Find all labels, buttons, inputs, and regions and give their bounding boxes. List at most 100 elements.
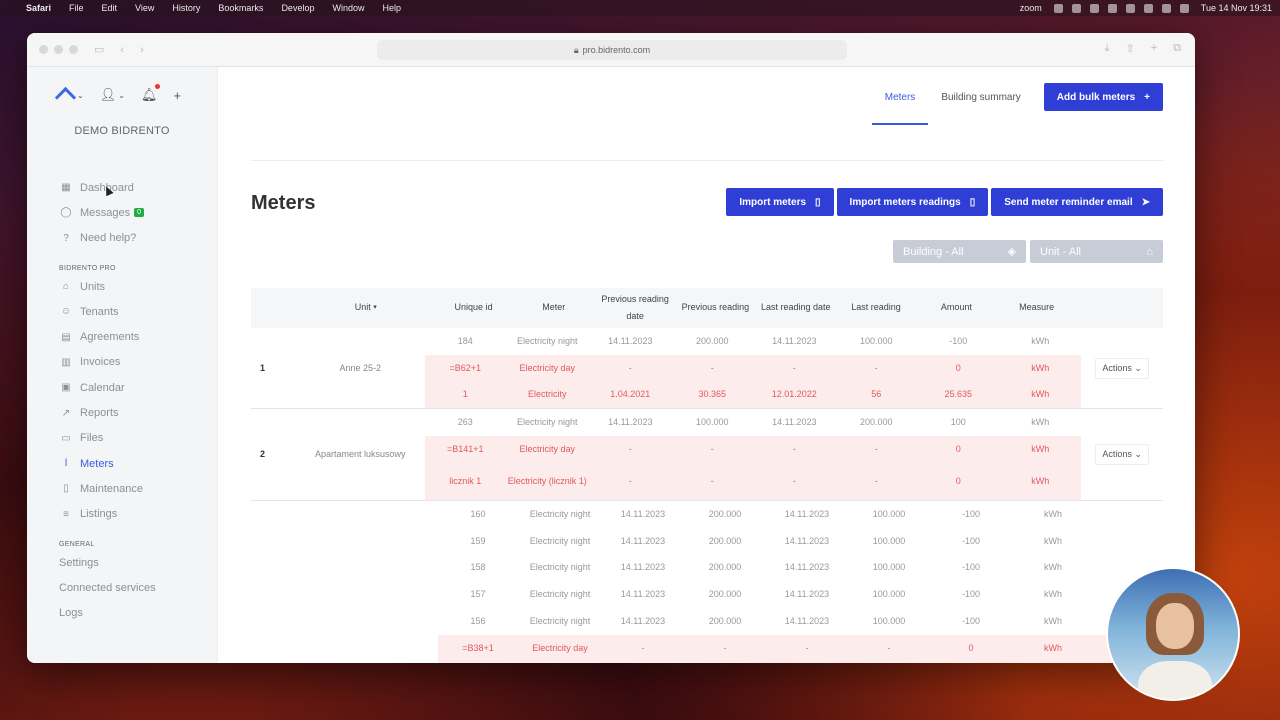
new-tab-icon[interactable]: + [1151, 42, 1157, 55]
cell-previous-reading: 200.000 [696, 335, 729, 346]
cell-previous-reading: - [684, 662, 766, 663]
sidebar-item-agreements[interactable]: ▤ Agreements [27, 324, 217, 349]
notifications-button[interactable]: 🔔︎ [141, 84, 161, 103]
cell-amount: 0 [968, 642, 974, 653]
sidebar-item-connected-services[interactable]: Connected services [27, 575, 217, 600]
sidebar-item-invoices[interactable]: ▥ Invoices [27, 350, 217, 375]
download-icon[interactable]: ⤓ [1105, 42, 1110, 55]
cell-meter: Electricity night [529, 589, 591, 600]
cell-previous-reading: 200.000 [708, 616, 742, 627]
table-body-ungrouped: 160 Electricity night 14.11.2023 200.000 14.… [438, 501, 1163, 663]
menu-develop[interactable]: Develop [281, 3, 314, 13]
menu-history[interactable]: History [172, 3, 200, 13]
sidebar-item-reports[interactable]: ↗ Reports [27, 400, 217, 425]
unit-filter[interactable]: Unit - All ⌂ [1030, 240, 1163, 263]
user-menu[interactable]: 👤︎ ⌄ [100, 87, 125, 103]
building-filter[interactable]: Building - All ◈ [893, 240, 1026, 263]
sidebar-item-listings[interactable]: ≡ Listings [27, 502, 217, 527]
cell-previous-reading-date: - [628, 362, 632, 373]
cell-measure: kWh [1031, 444, 1050, 455]
sidebar-item-messages[interactable]: ◯ Messages 0 [27, 200, 217, 225]
tab-building-summary[interactable]: Building summary [928, 84, 1033, 110]
actions-dropdown[interactable]: Actions ⌄ [1095, 357, 1149, 379]
cell-amount: -100 [961, 589, 980, 600]
section-title-pro: BIDRENTO PRO [59, 264, 116, 272]
cell-meter: Electricity night [529, 535, 591, 546]
forward-icon[interactable]: › [140, 44, 144, 56]
tab-overview-icon[interactable]: ⧉ [1173, 42, 1181, 55]
menu-help[interactable]: Help [382, 3, 401, 13]
header-previous-reading-date: Previous reading date [601, 293, 669, 321]
send-meter-reminder-button[interactable]: Send meter reminder email ➤ [991, 188, 1163, 216]
menu-safari[interactable]: Safari [26, 3, 51, 13]
sidebar-item-label: Meters [80, 457, 114, 470]
sidebar-item-help[interactable]: ? Need help? [27, 226, 217, 251]
tray-icon[interactable] [1107, 3, 1117, 13]
cell-last-reading-date: 14.11.2023 [784, 508, 830, 519]
page-title: Meters [251, 192, 316, 214]
tray-icon[interactable] [1089, 3, 1099, 13]
cell-unique-id: =B62+1 [449, 362, 482, 373]
menu-view[interactable]: View [135, 3, 154, 13]
cell-amount: -100 [961, 535, 980, 546]
actions-dropdown[interactable]: Actions ⌄ [1095, 444, 1149, 466]
back-icon[interactable]: ‹ [120, 44, 124, 56]
divider [251, 160, 1163, 161]
document-icon: ▤ [61, 331, 71, 343]
cell-unit[interactable]: Apartament luksusowy [295, 409, 425, 500]
table-row: 1 Electricity 1.04.2021 30.365 12.01.2022 56 2… [425, 381, 1082, 409]
sidebar-item-settings[interactable]: Settings [27, 550, 217, 575]
add-bulk-meters-button[interactable]: Add bulk meters + [1043, 83, 1163, 111]
cell-measure: kWh [1031, 475, 1050, 486]
sidebar-item-maintenance[interactable]: ▯ Maintenance [27, 476, 217, 501]
sidebar-item-tenants[interactable]: ☺ Tenants [27, 299, 217, 324]
sidebar-item-meters[interactable]: ǀ Meters [27, 451, 217, 476]
cell-previous-reading-date: - [641, 642, 645, 653]
tray-icon[interactable] [1143, 3, 1153, 13]
address-bar[interactable]: 🔒︎ pro.bidrento.com [377, 40, 847, 60]
button-label: Import meters readings [849, 196, 961, 208]
import-meters-readings-button[interactable]: Import meters readings ▯ [836, 188, 989, 216]
header-unit[interactable]: Unit ▾ [297, 299, 434, 316]
sidebar-item-calendar[interactable]: ▣ Calendar [27, 375, 217, 400]
cell-meter: Electricity day [519, 362, 576, 373]
sidebar-item-logs[interactable]: Logs [27, 600, 217, 625]
zoom-status[interactable]: zoom [1020, 3, 1042, 13]
chevron-down-icon: ⌄ [118, 90, 125, 100]
menu-bookmarks[interactable]: Bookmarks [218, 3, 263, 13]
tray-icon[interactable] [1071, 3, 1081, 13]
zoom-window-button[interactable] [69, 45, 78, 54]
sidebar-item-label: Maintenance [80, 482, 143, 495]
button-label: Add bulk meters [1056, 91, 1136, 103]
sidebar-item-label: Agreements [80, 331, 140, 344]
sidebar-toggle-icon[interactable]: ▭ [94, 43, 104, 56]
import-meters-button[interactable]: Import meters ▯ [726, 188, 834, 216]
menu-edit[interactable]: Edit [102, 3, 118, 13]
table-row: 160 Electricity night 14.11.2023 200.000 14.… [438, 501, 1163, 528]
cell-previous-reading: 100.000 [696, 417, 729, 428]
tray-icon[interactable] [1125, 3, 1135, 13]
cell-unit[interactable]: Anne 25-2 [295, 328, 425, 408]
minimize-window-button[interactable] [54, 45, 63, 54]
grid-icon: ▦ [61, 182, 71, 194]
menu-file[interactable]: File [69, 3, 84, 13]
status-tray [1053, 3, 1189, 13]
tray-icon[interactable] [1179, 3, 1189, 13]
tab-meters[interactable]: Meters [871, 84, 929, 125]
close-window-button[interactable] [39, 45, 48, 54]
cell-last-reading: 100.000 [860, 335, 893, 346]
sidebar-item-dashboard[interactable]: ▦ Dashboard [27, 175, 217, 200]
actions-label: Actions [1102, 449, 1132, 460]
sidebar-item-files[interactable]: ▭ Files [27, 426, 217, 451]
menu-window[interactable]: Window [332, 3, 364, 13]
cell-previous-reading-date: - [602, 662, 684, 663]
sidebar-item-units[interactable]: ⌂ Units [27, 274, 217, 299]
clock[interactable]: Tue 14 Nov 19:31 [1201, 3, 1272, 13]
tray-icon[interactable] [1053, 3, 1063, 13]
add-icon[interactable]: + [173, 88, 181, 103]
tray-icon[interactable] [1161, 3, 1171, 13]
cell-unique-id: 184 [457, 335, 473, 346]
logo-switcher[interactable]: ⌄ [57, 88, 84, 102]
share-icon[interactable]: ⇧ [1125, 42, 1134, 55]
cell-last-reading: - [848, 662, 930, 663]
